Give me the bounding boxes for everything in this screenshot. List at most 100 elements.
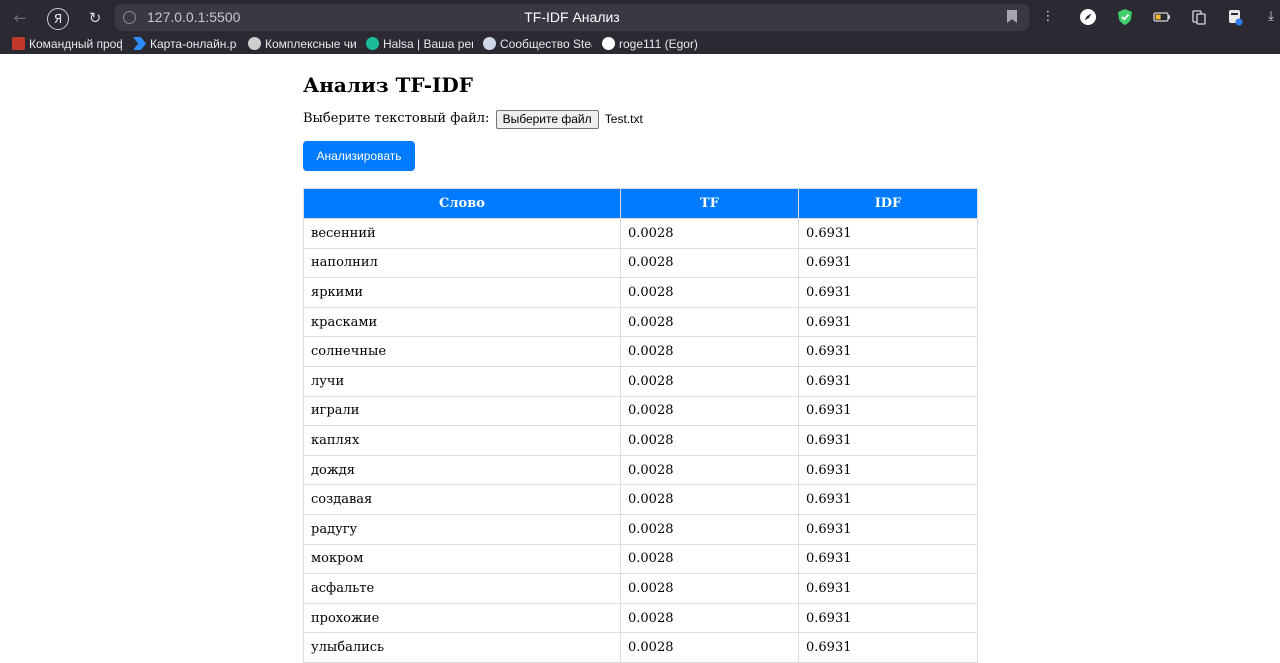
table-body: весенний 0.0028 0.6931 наполнил 0.0028 0.6931… xyxy=(303,218,978,663)
table-row: дождя 0.0028 0.6931 xyxy=(303,454,978,486)
cell-idf: 0.6931 xyxy=(798,306,978,338)
column-header-tf: TF xyxy=(620,188,799,219)
cell-idf: 0.6931 xyxy=(798,573,978,604)
cell-word: играли xyxy=(303,395,621,427)
cell-word: улыбались xyxy=(303,632,621,663)
selected-file-name: Test.txt xyxy=(604,112,643,126)
table-row: мокром 0.0028 0.6931 xyxy=(303,543,978,575)
table-header-row: Слово TF IDF xyxy=(303,188,978,219)
cell-tf: 0.0028 xyxy=(620,306,799,338)
cell-word: лучи xyxy=(303,365,621,397)
table-row: лучи 0.0028 0.6931 xyxy=(303,365,978,397)
back-button[interactable]: ← xyxy=(9,7,31,29)
browser-chrome: ← Я ↻ 127.0.0.1:5500 TF-IDF Анализ ⋮ ⤓ К… xyxy=(0,0,1280,54)
cell-word: создавая xyxy=(303,484,621,515)
cell-word: яркими xyxy=(303,277,621,308)
h-icon xyxy=(366,37,379,50)
yandex-button[interactable]: Я xyxy=(47,8,69,30)
cell-tf: 0.0028 xyxy=(620,543,799,575)
bookmark-item[interactable]: Карта-онлайн.рф xyxy=(133,35,237,53)
cell-word: весенний xyxy=(303,218,621,249)
table-row: яркими 0.0028 0.6931 xyxy=(303,277,978,308)
cell-tf: 0.0028 xyxy=(620,484,799,515)
cell-idf: 0.6931 xyxy=(798,277,978,308)
cell-idf: 0.6931 xyxy=(798,602,978,634)
bookmark-item[interactable]: roge111 (Egor) xyxy=(602,35,712,53)
cell-tf: 0.0028 xyxy=(620,218,799,249)
cell-word: мокром xyxy=(303,543,621,575)
analyze-button[interactable]: Анализировать xyxy=(303,141,415,171)
table-row: улыбались 0.0028 0.6931 xyxy=(303,632,978,663)
cell-tf: 0.0028 xyxy=(620,277,799,308)
table-row: солнечные 0.0028 0.6931 xyxy=(303,336,978,367)
cell-word: солнечные xyxy=(303,336,621,367)
cell-word: асфальте xyxy=(303,573,621,604)
table-row: прохожие 0.0028 0.6931 xyxy=(303,602,978,634)
cell-idf: 0.6931 xyxy=(798,365,978,397)
cell-tf: 0.0028 xyxy=(620,573,799,604)
cell-tf: 0.0028 xyxy=(620,454,799,486)
table-row: наполнил 0.0028 0.6931 xyxy=(303,247,978,279)
flower-icon xyxy=(248,37,261,50)
cell-idf: 0.6931 xyxy=(798,484,978,515)
table-row: играли 0.0028 0.6931 xyxy=(303,395,978,427)
toolbar: ← Я ↻ 127.0.0.1:5500 TF-IDF Анализ ⋮ ⤓ xyxy=(0,0,1280,34)
bookmark-item[interactable]: Сообщество Stea xyxy=(483,35,592,53)
shield-icon[interactable] xyxy=(1116,8,1134,26)
file-label: Выберите текстовый файл: xyxy=(303,111,490,126)
cell-tf: 0.0028 xyxy=(620,513,799,545)
table-row: каплях 0.0028 0.6931 xyxy=(303,425,978,456)
results-table: Слово TF IDF весенний 0.0028 0.6931 наполни… xyxy=(303,188,978,663)
cell-idf: 0.6931 xyxy=(798,543,978,575)
cell-tf: 0.0028 xyxy=(620,425,799,456)
cell-tf: 0.0028 xyxy=(620,365,799,397)
collections-icon[interactable] xyxy=(1190,8,1208,26)
table-row: асфальте 0.0028 0.6931 xyxy=(303,573,978,604)
cell-idf: 0.6931 xyxy=(798,513,978,545)
battery-icon[interactable] xyxy=(1153,8,1171,26)
cell-word: прохожие xyxy=(303,602,621,634)
cell-idf: 0.6931 xyxy=(798,395,978,427)
table-row: весенний 0.0028 0.6931 xyxy=(303,218,978,249)
calendar-icon xyxy=(12,37,25,50)
more-menu-icon[interactable]: ⋮ xyxy=(1039,8,1057,26)
tab-title: TF-IDF Анализ xyxy=(524,9,620,25)
bookmark-item[interactable]: Командный проф xyxy=(12,35,122,53)
cell-idf: 0.6931 xyxy=(798,247,978,279)
cell-tf: 0.0028 xyxy=(620,247,799,279)
file-input-row: Выберите текстовый файл: Выберите файл T… xyxy=(303,110,643,129)
bookmark-item[interactable]: Комплексные чис xyxy=(248,35,356,53)
compass-icon[interactable] xyxy=(1079,8,1097,26)
address-bar[interactable]: 127.0.0.1:5500 TF-IDF Анализ xyxy=(115,4,1029,31)
reload-button[interactable]: ↻ xyxy=(84,7,106,29)
cell-tf: 0.0028 xyxy=(620,395,799,427)
page-title: Анализ TF-IDF xyxy=(303,73,473,97)
cell-word: наполнил xyxy=(303,247,621,279)
column-header-idf: IDF xyxy=(798,188,978,219)
cell-idf: 0.6931 xyxy=(798,454,978,486)
cell-tf: 0.0028 xyxy=(620,632,799,663)
cell-tf: 0.0028 xyxy=(620,336,799,367)
download-icon[interactable]: ⤓ xyxy=(1262,8,1280,26)
cell-word: каплях xyxy=(303,425,621,456)
table-row: создавая 0.0028 0.6931 xyxy=(303,484,978,515)
cell-word: радугу xyxy=(303,513,621,545)
cell-idf: 0.6931 xyxy=(798,218,978,249)
cell-idf: 0.6931 xyxy=(798,425,978,456)
choose-file-button[interactable]: Выберите файл xyxy=(495,110,599,129)
cell-word: дождя xyxy=(303,454,621,486)
table-row: красками 0.0028 0.6931 xyxy=(303,306,978,338)
bookmarks-bar: Командный проф Карта-онлайн.рф Комплексн… xyxy=(0,34,1280,54)
page-content: Анализ TF-IDF Выберите текстовый файл: В… xyxy=(0,54,1280,663)
cell-word: красками xyxy=(303,306,621,338)
cell-idf: 0.6931 xyxy=(798,632,978,663)
column-header-word: Слово xyxy=(303,188,621,219)
bookmark-item[interactable]: Halsa | Ваша реко xyxy=(366,35,473,53)
steam-icon xyxy=(483,37,496,50)
cell-tf: 0.0028 xyxy=(620,602,799,634)
table-row: радугу 0.0028 0.6931 xyxy=(303,513,978,545)
github-icon xyxy=(602,37,615,50)
cell-idf: 0.6931 xyxy=(798,336,978,367)
arrow-icon xyxy=(133,37,146,50)
extension-icon[interactable] xyxy=(1226,8,1244,26)
